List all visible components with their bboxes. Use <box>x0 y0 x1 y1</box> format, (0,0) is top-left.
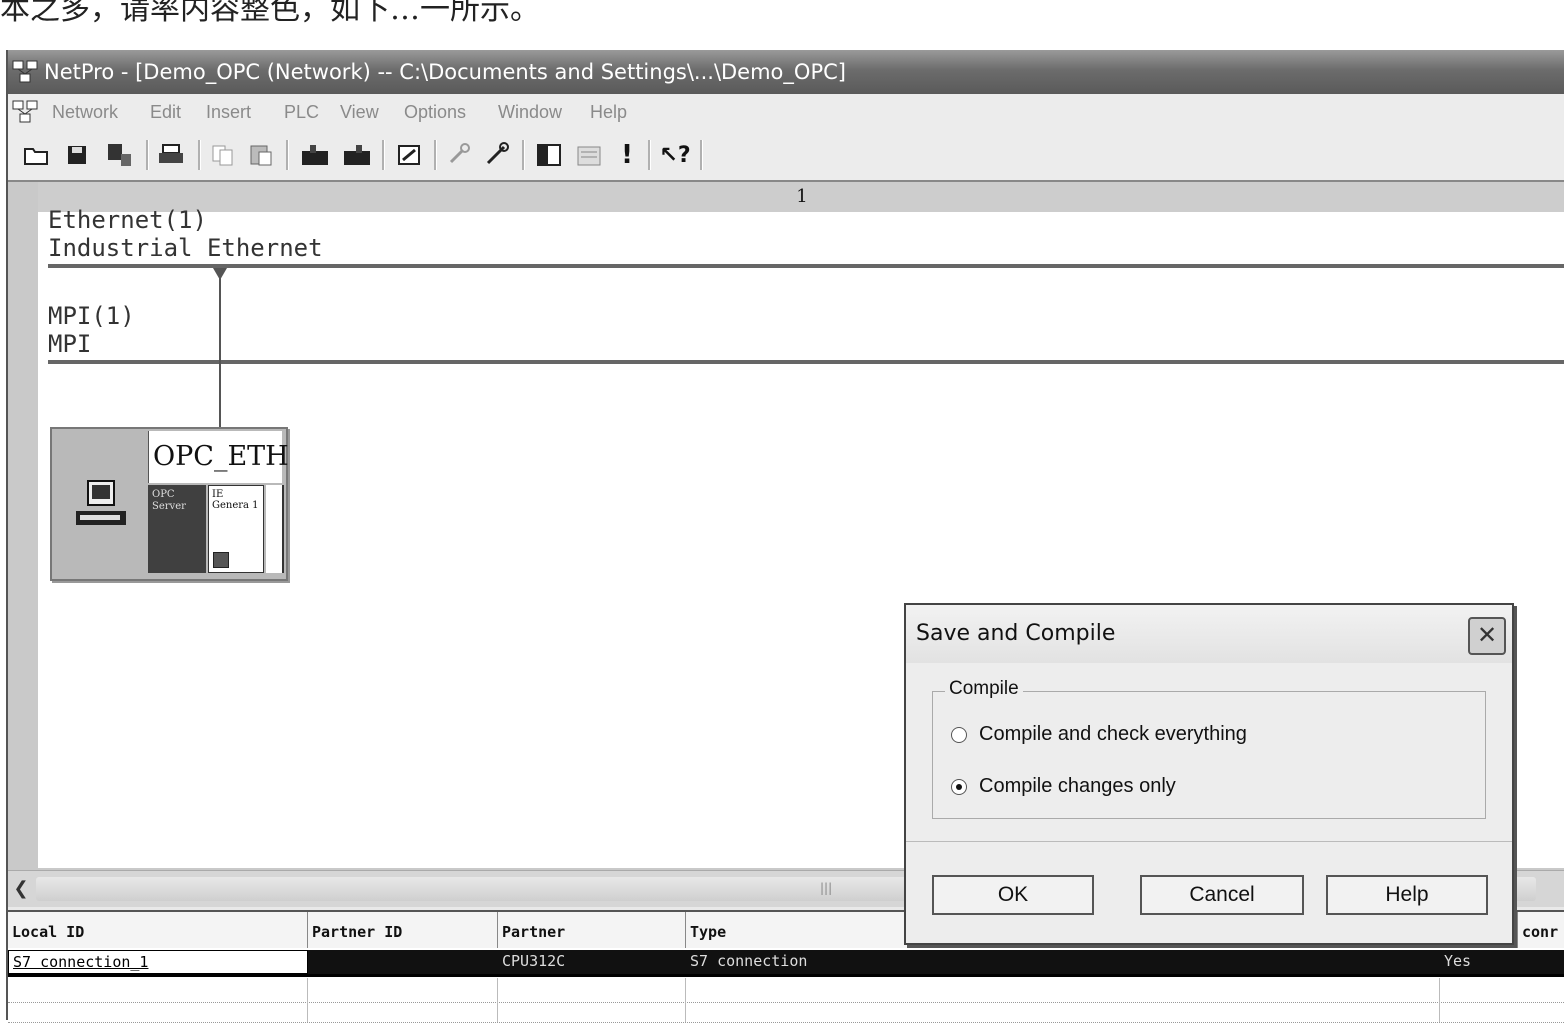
cell-type[interactable]: S7 connection <box>686 950 1440 974</box>
mpi-bus-line[interactable] <box>48 360 1564 364</box>
slot-ie-general[interactable]: IE Genera 1 <box>208 485 264 573</box>
subnet-ethernet[interactable]: Ethernet(1) Industrial Ethernet <box>48 206 323 262</box>
radio-compile-all-label: Compile and check everything <box>979 723 1247 745</box>
slot-ie-general-label: IE Genera 1 <box>212 489 259 511</box>
table-row[interactable] <box>8 978 1564 1003</box>
compile-icon[interactable] <box>572 138 606 172</box>
help-button[interactable]: Help <box>1326 875 1488 915</box>
open-icon[interactable] <box>20 138 54 172</box>
menu-plc[interactable]: PLC <box>284 94 319 130</box>
station-opc-eth[interactable]: OPC_ETH OPC Server IE Genera 1 <box>50 427 289 581</box>
menu-window[interactable]: Window <box>498 94 562 130</box>
save-icon[interactable] <box>60 138 94 172</box>
cell-partner[interactable]: CPU312C <box>498 950 686 974</box>
ethernet-bus-line[interactable] <box>48 264 1564 268</box>
col-partner[interactable]: Partner <box>498 912 686 948</box>
station-name: OPC_ETH <box>148 431 289 483</box>
subnet-mpi[interactable]: MPI(1) MPI <box>48 302 135 358</box>
radio-compile-changes[interactable]: Compile changes only <box>951 774 1176 798</box>
col-local-id[interactable]: Local ID <box>8 912 308 948</box>
port-square-icon <box>213 552 229 568</box>
pc-station-icon <box>76 480 126 525</box>
station2-icon[interactable] <box>340 138 374 172</box>
paste-icon[interactable] <box>244 138 278 172</box>
menu-network[interactable]: Network <box>52 94 118 130</box>
table-icon[interactable] <box>532 138 566 172</box>
menu-help[interactable]: Help <box>590 94 627 130</box>
download-icon[interactable] <box>102 138 136 172</box>
help-pointer-icon[interactable]: ↖? <box>658 138 692 172</box>
dialog-title: Save and Compile <box>916 621 1116 646</box>
dialog-divider <box>906 841 1512 842</box>
menu-edit[interactable]: Edit <box>150 94 181 130</box>
link-icon[interactable] <box>480 138 514 172</box>
menu-insert[interactable]: Insert <box>206 94 251 130</box>
subnet-ethernet-name: Ethernet(1) <box>48 206 207 234</box>
scroll-left-icon[interactable]: ❮ <box>8 875 34 903</box>
slot-opc-server[interactable]: OPC Server <box>148 485 206 573</box>
exclaim-icon[interactable]: ! <box>610 138 644 172</box>
title-bar[interactable]: NetPro - [Demo_OPC (Network) -- C:\Docum… <box>8 50 1564 94</box>
dialog-title-bar[interactable]: Save and Compile <box>906 605 1512 663</box>
document-text: 本之多，请率内容整色，如下…一所示。 <box>0 0 540 27</box>
tool-icon[interactable] <box>442 138 476 172</box>
netpro-app-icon <box>12 60 38 83</box>
close-icon[interactable]: ✕ <box>1468 617 1506 655</box>
network-doc-icon[interactable] <box>12 100 38 124</box>
station-icon[interactable] <box>298 138 332 172</box>
radio-checked-icon[interactable] <box>951 778 967 795</box>
radio-compile-all[interactable]: Compile and check everything <box>951 722 1247 746</box>
radio-compile-changes-label: Compile changes only <box>979 775 1176 797</box>
compile-group-label: Compile <box>945 678 1023 700</box>
compile-group: Compile Compile and check everything Com… <box>932 678 1486 819</box>
subnet-mpi-name: MPI(1) <box>48 302 135 330</box>
menu-view[interactable]: View <box>340 94 379 130</box>
radio-unchecked-icon[interactable] <box>951 726 967 743</box>
subnet-ethernet-type: Industrial Ethernet <box>48 234 323 262</box>
subnet-mpi-type: MPI <box>48 330 92 358</box>
cell-partner-id[interactable] <box>308 950 498 974</box>
ok-button[interactable]: OK <box>932 875 1094 915</box>
menu-options[interactable]: Options <box>404 94 466 130</box>
table-row[interactable]: S7 connection_1 CPU312C S7 connection Ye… <box>8 950 1564 977</box>
scroll-grip-icon: ||| <box>820 881 833 895</box>
station-connection-line <box>219 268 221 428</box>
slot-empty[interactable] <box>266 485 284 573</box>
save-compile-dialog: Save and Compile ✕ Compile Compile and c… <box>904 603 1514 945</box>
window-title: NetPro - [Demo_OPC (Network) -- C:\Docum… <box>44 60 846 84</box>
copy-icon[interactable] <box>206 138 240 172</box>
cancel-button[interactable]: Cancel <box>1140 875 1304 915</box>
document-text-strip: 本之多，请率内容整色，如下…一所示。 <box>0 0 1564 48</box>
cell-active[interactable]: Yes <box>1440 950 1564 974</box>
col-partner-id[interactable]: Partner ID <box>308 912 498 948</box>
cell-local-id[interactable]: S7 connection_1 <box>8 950 308 974</box>
menu-bar: Network Edit Insert PLC View Options Win… <box>8 94 1564 131</box>
print-icon[interactable] <box>154 138 188 172</box>
config-icon[interactable] <box>392 138 426 172</box>
toolbar: ! ↖? <box>8 130 1564 182</box>
col-conn[interactable]: conr <box>1518 912 1564 948</box>
